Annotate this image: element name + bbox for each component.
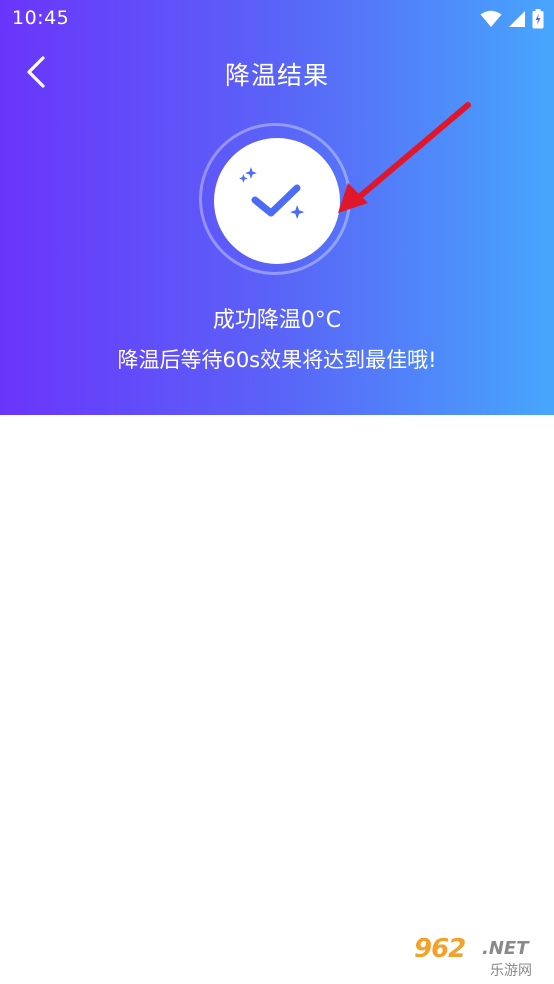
status-icons (480, 8, 544, 30)
result-title: 成功降温0°C (212, 308, 342, 333)
wifi-icon (480, 10, 502, 28)
screen: 10:45 降温结果 成功降温0°C 降温后等待60s效果将达到最佳哦! 962… (0, 0, 554, 984)
watermark-logo: 962 .NET 乐游网 (410, 934, 546, 979)
status-bar: 10:45 (0, 0, 554, 38)
battery-charging-icon (532, 9, 544, 29)
check-sparkle-icon (239, 167, 305, 220)
result-badge (214, 138, 340, 264)
status-time: 10:45 (12, 7, 70, 29)
page-title: 降温结果 (224, 61, 329, 90)
watermark-main: 962 (414, 934, 466, 964)
header-banner: 10:45 降温结果 成功降温0°C 降温后等待60s效果将达到最佳哦! (0, 0, 554, 415)
watermark-domain: .NET (482, 938, 529, 959)
result-subtitle: 降温后等待60s效果将达到最佳哦! (117, 348, 437, 372)
annotation-arrow-icon (338, 102, 471, 213)
watermark-sub: 乐游网 (490, 963, 532, 979)
signal-icon (508, 10, 526, 28)
